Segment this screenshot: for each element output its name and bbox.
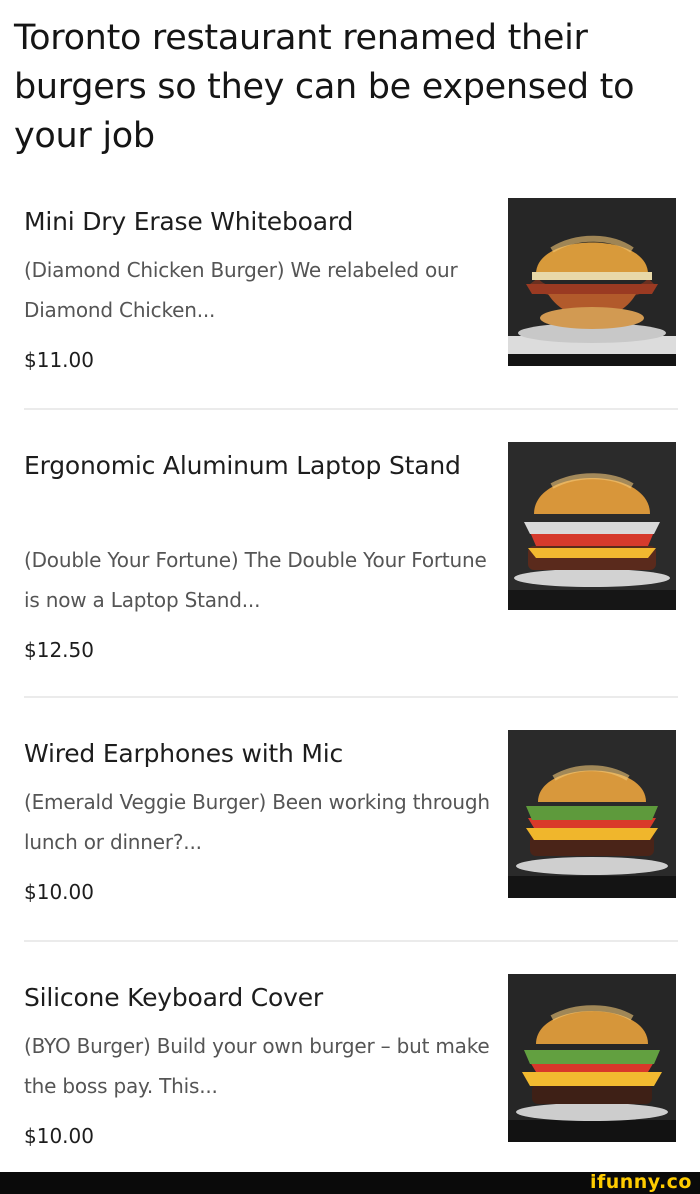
item-price: $10.00	[24, 1124, 94, 1148]
item-name: Ergonomic Aluminum Laptop Stand	[24, 451, 461, 480]
burger-photo-icon[interactable]	[508, 442, 676, 610]
item-description: (Diamond Chicken Burger) We relabeled ou…	[24, 258, 458, 322]
burger-photo-icon[interactable]	[508, 974, 676, 1142]
item-description: (BYO Burger) Build your own burger – but…	[24, 1034, 490, 1098]
burger-photo-icon[interactable]	[508, 198, 676, 366]
item-price: $12.50	[24, 638, 94, 662]
divider	[24, 696, 678, 698]
item-name: Silicone Keyboard Cover	[24, 983, 323, 1012]
footer-bar: ifunny.co	[0, 1171, 700, 1194]
item-price: $10.00	[24, 880, 94, 904]
item-description: (Double Your Fortune) The Double Your Fo…	[24, 548, 487, 612]
item-name: Mini Dry Erase Whiteboard	[24, 207, 354, 236]
item-name: Wired Earphones with Mic	[24, 739, 344, 768]
item-price: $11.00	[24, 348, 94, 372]
watermark-logo: ifunny.co	[589, 1171, 692, 1193]
item-description: (Emerald Veggie Burger) Been working thr…	[24, 790, 490, 854]
divider	[24, 408, 678, 410]
divider	[24, 940, 678, 942]
burger-photo-icon[interactable]	[508, 730, 676, 898]
page-title: Toronto restaurant renamed their burgers…	[14, 18, 635, 156]
